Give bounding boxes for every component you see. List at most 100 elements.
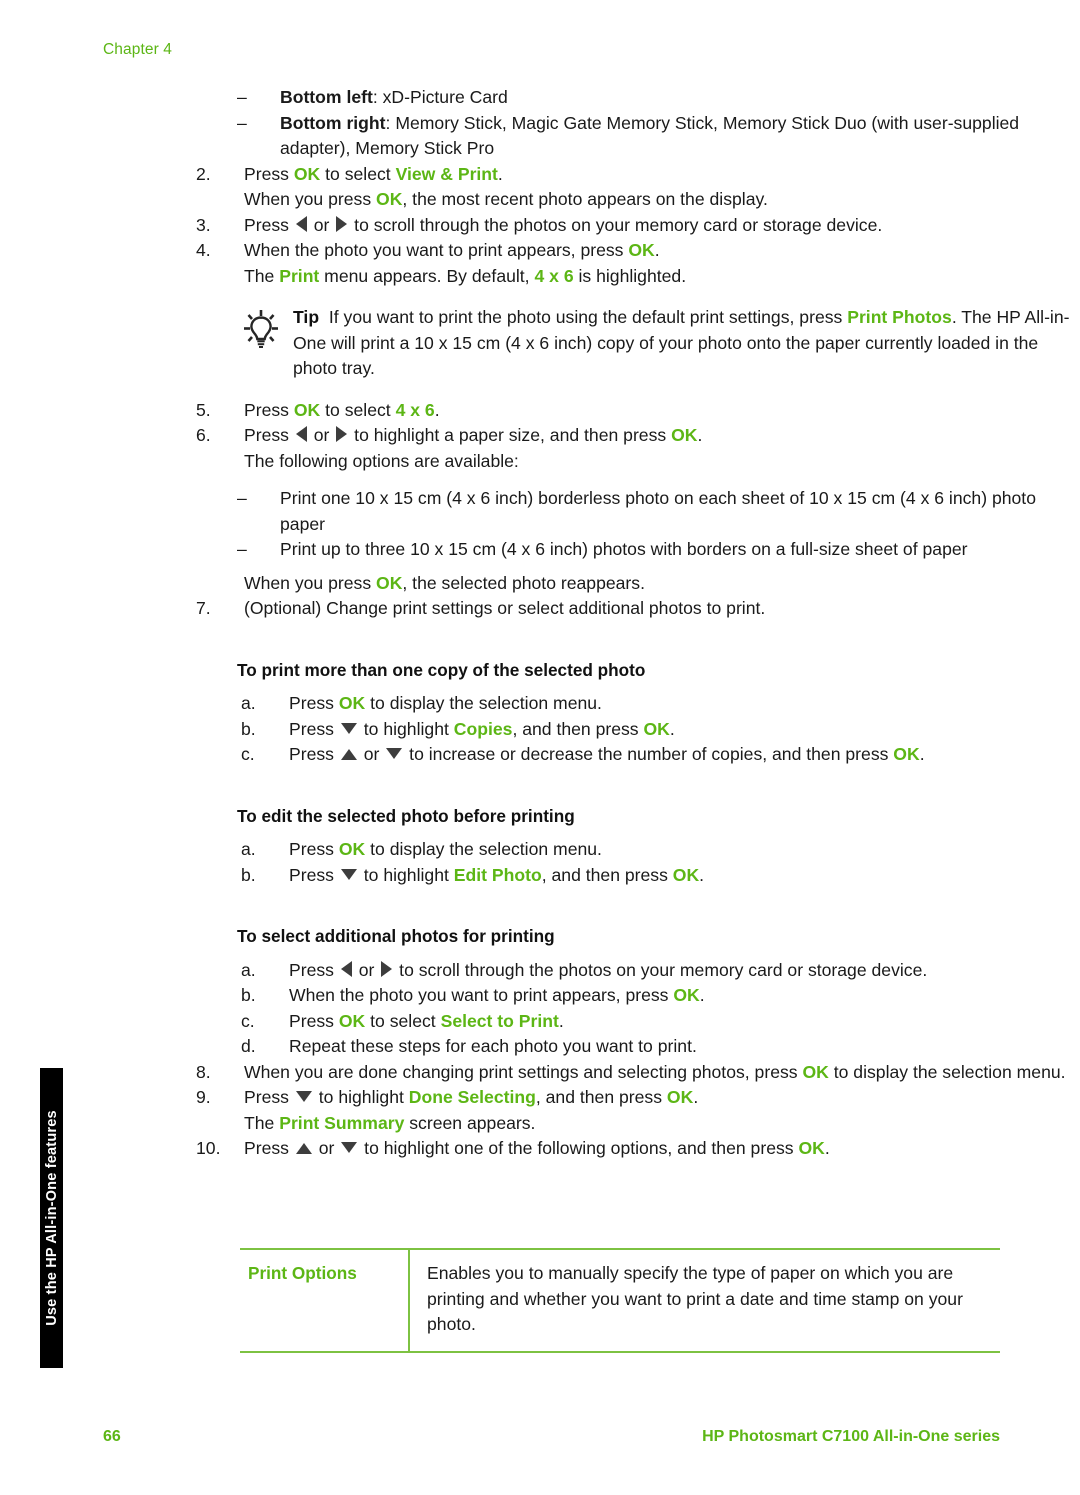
menu-4x6: 4 x 6 (534, 265, 574, 286)
key-ok: OK (376, 572, 403, 593)
text-run: When you press (244, 189, 377, 209)
step-text: When the photo you want to print appears… (244, 238, 1080, 264)
step-text: Press or to scroll through the photos on… (244, 213, 1080, 239)
substep-additional-a: a. Press or to scroll through the photos… (241, 958, 1080, 984)
text-run: screen appears. (404, 1112, 536, 1133)
text-run: . (669, 718, 675, 739)
step-marker: 6. (196, 425, 211, 445)
key-ok: OK (798, 1138, 825, 1158)
text-run: . (699, 864, 705, 885)
step-marker: 10. (196, 1138, 221, 1158)
text-run: . (824, 1138, 830, 1158)
text-run: When the photo you want to print appears… (289, 985, 674, 1005)
substep-marker: a. (241, 693, 256, 713)
text-run: . (693, 1087, 699, 1107)
footer-product-title: HP Photosmart C7100 All-in-One series (702, 1428, 1000, 1445)
key-ok: OK (338, 839, 366, 859)
step-marker: 3. (196, 214, 211, 235)
step-4: 4. When the photo you want to print appe… (196, 238, 1080, 264)
step-marker: 8. (196, 1061, 211, 1082)
arrow-left-icon (295, 426, 307, 442)
step-marker: 7. (196, 598, 211, 618)
substep-text: Press to highlight Copies, and then pres… (289, 717, 1080, 743)
text-run: When you press (244, 572, 377, 593)
step-3: 3. Press or to scroll through the photos… (196, 213, 1080, 239)
key-ok: OK (671, 425, 698, 445)
option-bullet-2: – Print up to three 10 x 15 cm (4 x 6 in… (237, 537, 1080, 563)
text-run: to select (365, 1010, 441, 1031)
arrow-down-icon (386, 748, 403, 759)
arrow-right-icon (336, 426, 348, 442)
text-run: to display the selection menu. (828, 1061, 1066, 1082)
text-run: Press (244, 399, 294, 420)
menu-view-and-print: View & Print (395, 163, 498, 184)
text-run: to highlight a paper size, and then pres… (349, 425, 672, 445)
substep-marker: d. (241, 1036, 256, 1056)
tip-block: Tip If you want to print the photo using… (237, 305, 1080, 382)
text-run: to scroll through the photos on your mem… (394, 959, 928, 980)
menu-copies: Copies (453, 718, 513, 739)
step-text: Press to highlight Done Selecting, and t… (244, 1085, 1080, 1111)
substep-marker: c. (241, 744, 255, 764)
section-edit: To edit the selected photo before printi… (237, 804, 1080, 830)
step-marker: 4. (196, 240, 211, 260)
substep-additional-b: b. When the photo you want to print appe… (241, 983, 1080, 1009)
text-run: to select (320, 399, 396, 420)
text-run: or (313, 1138, 340, 1158)
key-ok: OK (893, 744, 920, 764)
table-row: Print Options Enables you to manually sp… (240, 1250, 1000, 1351)
substep-marker: a. (241, 839, 256, 859)
step-7: 7. (Optional) Change print settings or s… (196, 596, 1080, 622)
step-2: 2. Press OK to select View & Print. (196, 162, 1080, 188)
substep-marker: b. (241, 985, 256, 1005)
text-run: When the photo you want to print appears… (244, 240, 629, 260)
text-run: The (244, 1112, 280, 1133)
arrow-right-icon (336, 215, 348, 232)
arrow-up-icon (340, 749, 357, 760)
text-run: Press (289, 864, 339, 885)
step-text: Press or to highlight a paper size, and … (244, 423, 1080, 449)
text-run: or (353, 959, 380, 980)
text-run: Press (289, 744, 339, 764)
text-run: , the most recent photo appears on the d… (402, 189, 768, 209)
text-run: to highlight (358, 864, 454, 885)
text-run: Press (289, 839, 339, 859)
step-text: When you are done changing print setting… (244, 1060, 1080, 1086)
bullet-bottom-left: – Bottom left: xD-Picture Card (237, 85, 1080, 111)
text-run: . (697, 425, 703, 445)
step-9-note: The Print Summary screen appears. (244, 1111, 1080, 1137)
substep-copies-c: c. Press or to increase or decrease the … (241, 742, 1080, 768)
text-run: If you want to print the photo using the… (328, 307, 848, 327)
substep-marker: c. (241, 1010, 255, 1031)
option-bullet-1: – Print one 10 x 15 cm (4 x 6 inch) bord… (237, 486, 1080, 537)
key-ok: OK (666, 1087, 694, 1107)
section-heading: To edit the selected photo before printi… (237, 805, 575, 826)
text-run: to increase or decrease the number of co… (404, 744, 894, 764)
substep-text: Press OK to display the selection menu. (289, 691, 1080, 717)
substep-copies-b: b. Press to highlight Copies, and then p… (241, 717, 1080, 743)
arrow-right-icon (381, 960, 393, 977)
section-heading: To select additional photos for printing (237, 926, 555, 946)
text-run: . (654, 240, 660, 260)
step-9: 9. Press to highlight Done Selecting, an… (196, 1085, 1080, 1111)
substep-text: When the photo you want to print appears… (289, 983, 1080, 1009)
substep-text: Press to highlight Edit Photo, and then … (289, 863, 1080, 889)
text-run: When you are done changing print setting… (244, 1061, 803, 1082)
substep-additional-c: c. Press OK to select Select to Print. (241, 1009, 1080, 1035)
key-ok: OK (673, 985, 700, 1005)
screen-print-summary: Print Summary (279, 1112, 405, 1133)
arrow-down-icon (295, 1091, 312, 1102)
step-marker: 5. (196, 399, 211, 420)
text-run: . (558, 1010, 564, 1031)
bullet-bottom-right: – Bottom right: Memory Stick, Magic Gate… (237, 111, 1080, 162)
tip-label: Tip (293, 307, 320, 327)
step-text: Press OK to select View & Print. (244, 162, 1080, 188)
substep-marker: b. (241, 864, 256, 885)
text-run: . (497, 163, 503, 184)
text-run: The (244, 265, 280, 286)
text-run: , the selected photo reappears. (402, 572, 645, 593)
arrow-left-icon (295, 215, 307, 232)
step-marker: 2. (196, 163, 211, 184)
bullet-text: Bottom left: xD-Picture Card (280, 85, 1080, 111)
menu-edit-photo: Edit Photo (453, 864, 542, 885)
